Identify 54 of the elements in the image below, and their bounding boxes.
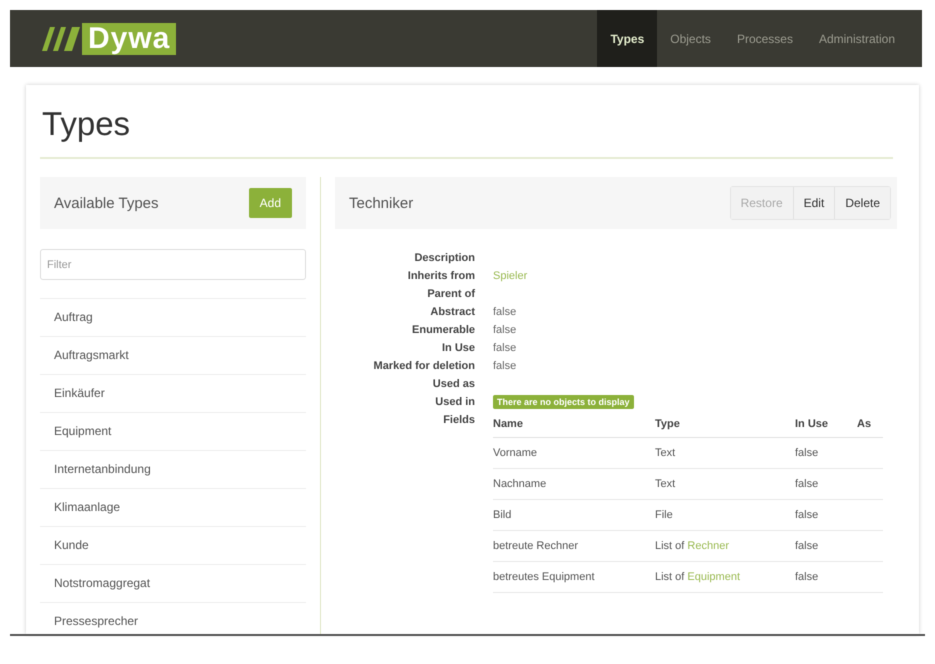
property-label: Inherits from	[406, 269, 475, 284]
property-value: false	[493, 342, 516, 354]
slashes-icon	[42, 26, 80, 50]
table-cell: false	[795, 530, 857, 562]
table-cell: false	[795, 562, 857, 592]
table-cell: List of Rechner	[655, 530, 795, 562]
property-value: false	[493, 324, 516, 336]
table-cell: false	[795, 500, 857, 530]
panel-title: Available Types	[54, 194, 159, 212]
property-label: Used in	[434, 395, 475, 410]
property-label: Enumerable	[411, 323, 475, 338]
table-cell: false	[795, 468, 857, 500]
action-button[interactable]: Edit	[792, 187, 834, 219]
table-cell: betreutes Equipment	[493, 562, 655, 592]
nav-tab[interactable]: Processes	[724, 10, 806, 67]
column-header: Name	[493, 413, 655, 438]
column-header: Type	[655, 413, 795, 438]
column-header: As	[857, 413, 883, 438]
type-list-item[interactable]: Internetanbindung	[40, 451, 306, 489]
property-label: Marked for deletion	[372, 359, 475, 374]
type-list-item[interactable]: Pressesprecher	[40, 603, 306, 634]
table-cell: Text	[655, 438, 795, 468]
table-cell: File	[655, 500, 795, 530]
table-cell: Text	[655, 468, 795, 500]
property-label: Description	[413, 251, 475, 266]
panel-title: Techniker	[349, 194, 414, 212]
property-label: Abstract	[429, 305, 475, 320]
filter-field[interactable]: Filter	[40, 249, 306, 280]
type-list-item[interactable]: Einkäufer	[40, 375, 306, 413]
table-cell: List of Equipment	[655, 562, 795, 592]
column-header: In Use	[795, 413, 857, 438]
page-title: Types	[41, 104, 132, 144]
type-list-item[interactable]: Auftrag	[40, 299, 306, 337]
property-label: Parent of	[426, 287, 475, 302]
nav-tab[interactable]: Administration	[806, 10, 908, 67]
property-value: false	[493, 306, 516, 318]
info-badge: There are no objects to display	[493, 395, 634, 409]
table-cell: betreute Rechner	[493, 530, 655, 562]
type-list-item[interactable]: Equipment	[40, 413, 306, 451]
type-list-item[interactable]: Kunde	[40, 527, 306, 565]
property-label: Used as	[432, 377, 475, 392]
property-label: Fields	[442, 413, 475, 428]
table-cell: false	[795, 438, 857, 468]
type-list-item[interactable]: Notstromaggregat	[40, 565, 306, 603]
table-cell: Bild	[493, 500, 655, 530]
table-cell: Nachname	[493, 468, 655, 500]
property-value: false	[493, 360, 516, 372]
action-button[interactable]: Delete	[834, 187, 890, 219]
nav-tab[interactable]: Objects	[657, 10, 724, 67]
type-list-item[interactable]: Klimaanlage	[40, 489, 306, 527]
nav-tab[interactable]: Types	[597, 10, 658, 67]
table-cell: Vorname	[493, 438, 655, 468]
type-list-item[interactable]: Auftragsmarkt	[40, 337, 306, 375]
property-label: In Use	[440, 341, 475, 356]
